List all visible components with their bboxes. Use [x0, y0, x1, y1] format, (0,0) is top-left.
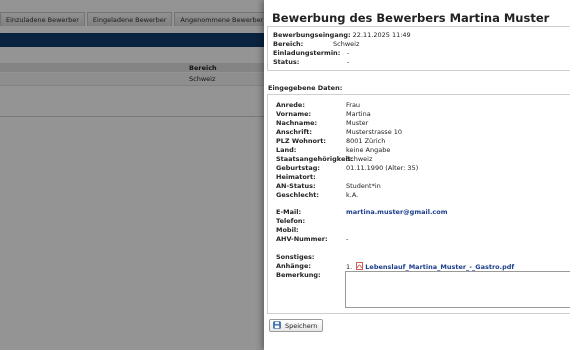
field-label: Sonstiges: — [276, 253, 315, 261]
field-label: Geburtstag: — [276, 164, 320, 172]
field-label: Land: — [276, 146, 297, 154]
section-title: Eingegebene Daten: — [268, 84, 343, 92]
field-value: 01.11.1990 (Alter: 35) — [346, 164, 419, 172]
attachment-index: 1. — [346, 263, 353, 271]
field-value: 8001 Zürich — [346, 137, 386, 145]
summary-value: Schweiz — [333, 40, 360, 48]
save-button[interactable]: Speichern — [269, 319, 324, 332]
field-value: Muster — [346, 119, 369, 127]
attachment-link[interactable]: Lebenslauf_Martina_Muster_-_Gastro.pdf — [365, 263, 514, 271]
summary-label: Bereich: — [273, 40, 304, 48]
field-label: Anhänge: — [276, 262, 311, 270]
bemerkung-textarea[interactable] — [345, 271, 570, 308]
field-value: keine Angabe — [346, 146, 391, 154]
field-label: AHV-Nummer: — [276, 235, 328, 243]
summary-value: - — [347, 49, 350, 57]
field-value: Musterstrasse 10 — [346, 128, 403, 136]
field-label: Staatsangehörigkeit: — [276, 155, 354, 163]
summary-label: Einladungstermin: — [273, 49, 341, 57]
field-label: Anschrift: — [276, 128, 312, 136]
field-label: Geschlecht: — [276, 191, 319, 199]
dialog-title: Bewerbung des Bewerbers Martina Muster — [272, 11, 550, 25]
field-value: - — [346, 235, 349, 243]
field-value: k.A. — [346, 191, 359, 199]
field-label: Anrede: — [276, 101, 305, 109]
field-label: Mobil: — [276, 226, 299, 234]
field-label: Telefon: — [276, 217, 306, 225]
summary-value: - — [347, 58, 350, 66]
field-value: Student*in — [346, 182, 381, 190]
field-label: E-Mail: — [276, 208, 302, 216]
field-value: Martina — [346, 110, 371, 118]
field-value: Schweiz — [346, 155, 373, 163]
summary-value: 22.11.2025 11:49 — [352, 31, 411, 39]
save-label: Speichern — [285, 321, 318, 330]
field-value: Frau — [346, 101, 361, 109]
summary-bewerbungseingang: Bewerbungseingang: 22.11.2025 11:49 — [273, 31, 411, 39]
summary-einladungstermin: Einladungstermin: - — [273, 49, 349, 57]
field-label: AN-Status: — [276, 182, 316, 190]
summary-status: Status: - — [273, 58, 349, 66]
field-label: PLZ Wohnort: — [276, 137, 326, 145]
field-label: Vorname: — [276, 110, 312, 118]
field-label: Heimatort: — [276, 173, 316, 181]
summary-label: Bewerbungseingang: — [273, 31, 351, 39]
field-label: Bemerkung: — [276, 271, 321, 279]
summary-label: Status: — [273, 58, 300, 66]
summary-bereich: Bereich: Schweiz — [273, 40, 359, 48]
field-label: Nachname: — [276, 119, 318, 127]
floppy-disk-icon — [273, 320, 281, 331]
application-dialog: Bewerbung des Bewerbers Martina Muster B… — [264, 0, 570, 350]
email-link[interactable]: martina.muster@gmail.com — [346, 208, 448, 216]
